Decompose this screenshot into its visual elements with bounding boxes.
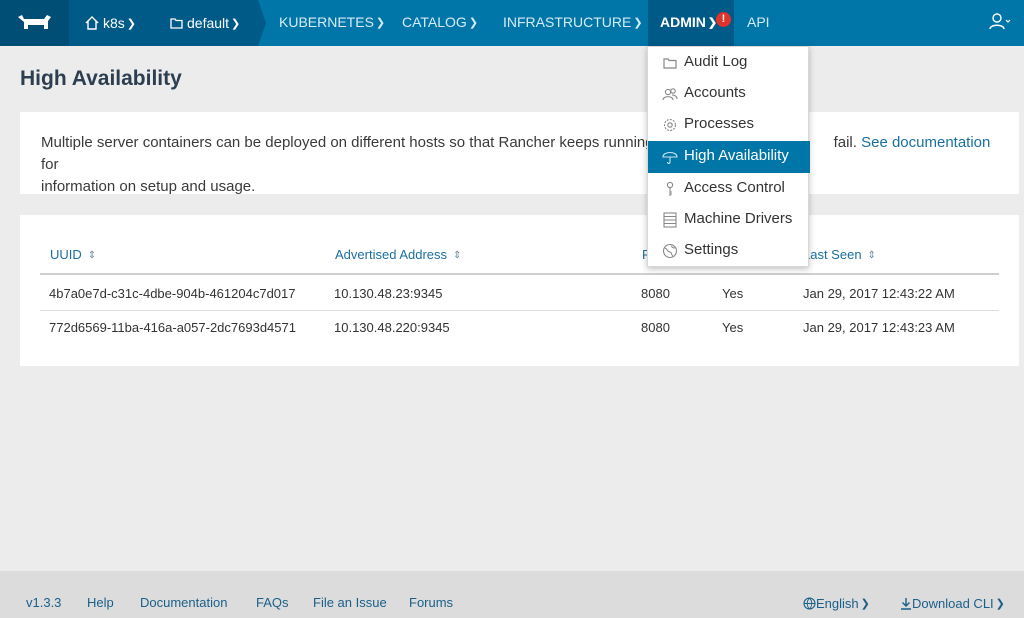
admin-dropdown-menu: Audit Log Accounts Processes High Availa… bbox=[647, 46, 810, 267]
file-issue-link[interactable]: File an Issue bbox=[313, 595, 387, 610]
documentation-link[interactable]: Documentation bbox=[140, 595, 227, 610]
menu-item-label: Machine Drivers bbox=[684, 210, 793, 227]
gear-icon bbox=[663, 118, 677, 132]
cell-last-seen: Jan 29, 2017 12:43:22 AM bbox=[803, 286, 955, 301]
menu-item-label: High Availability bbox=[684, 147, 789, 164]
cell-port: 8080 bbox=[641, 286, 670, 301]
nav-admin-label: ADMIN bbox=[660, 14, 706, 30]
cell-clustered: Yes bbox=[722, 320, 744, 335]
globe-icon bbox=[662, 243, 678, 259]
folder-icon bbox=[170, 18, 183, 29]
menu-item-label: Audit Log bbox=[684, 53, 748, 70]
cell-last-seen: Jan 29, 2017 12:43:23 AM bbox=[803, 320, 955, 335]
nav-catalog-label: CATALOG bbox=[402, 14, 467, 30]
nav-catalog[interactable]: CATALOG ❯ bbox=[402, 14, 478, 30]
menu-item-accounts[interactable]: Accounts bbox=[648, 78, 810, 110]
ha-table: UUID⇕ Advertised Address⇕ P Last Seen⇕ 4… bbox=[20, 215, 1019, 366]
menu-item-access-control[interactable]: Access Control bbox=[648, 173, 810, 205]
column-header-uuid[interactable]: UUID ⇕ bbox=[50, 247, 96, 262]
menu-item-machine-drivers[interactable]: Machine Drivers bbox=[648, 204, 810, 236]
user-icon[interactable] bbox=[989, 12, 1011, 32]
cell-uuid: 4b7a0e7d-c31c-4dbe-904b-461204c7d017 bbox=[49, 286, 296, 301]
column-header-last-seen[interactable]: Last Seen ⇕ bbox=[803, 247, 876, 262]
table-header-divider bbox=[40, 273, 999, 275]
nav-kubernetes[interactable]: KUBERNETES ❯ bbox=[279, 14, 385, 30]
chevron-down-icon: ❯ bbox=[468, 17, 479, 29]
server-icon bbox=[663, 212, 677, 228]
info-text: Multiple server containers can be deploy… bbox=[41, 132, 1001, 198]
sort-icon: ⇕ bbox=[453, 250, 462, 261]
chevron-down-icon: ❯ bbox=[126, 18, 137, 30]
table-row-divider bbox=[40, 310, 999, 311]
cow-logo-icon bbox=[18, 15, 51, 29]
language-selector[interactable]: English ❯ bbox=[803, 595, 870, 611]
stack-switcher[interactable]: default ❯ bbox=[153, 0, 258, 46]
chevron-down-icon: ❯ bbox=[375, 17, 386, 29]
forums-link[interactable]: Forums bbox=[409, 595, 453, 610]
cell-clustered: Yes bbox=[722, 286, 744, 301]
stack-label: default bbox=[187, 15, 230, 31]
nav-infrastructure-label: INFRASTRUCTURE bbox=[503, 14, 632, 30]
key-icon bbox=[666, 181, 674, 196]
menu-item-label: Processes bbox=[684, 115, 755, 132]
column-header-label: Last Seen bbox=[803, 247, 862, 262]
top-nav: k8s ❯ default ❯ KUBERNETES ❯ CATALOG ❯ INFRA… bbox=[0, 0, 1024, 46]
download-cli-button[interactable]: Download CLI ❯ bbox=[900, 595, 1005, 611]
see-documentation-link[interactable]: See documentation bbox=[861, 134, 990, 151]
chevron-down-icon: ❯ bbox=[860, 598, 870, 610]
cell-uuid: 772d6569-11ba-416a-a057-2dc7693d4571 bbox=[49, 320, 296, 335]
chevron-down-icon: ❯ bbox=[995, 598, 1005, 610]
menu-item-high-availability[interactable]: High Availability bbox=[648, 141, 810, 173]
download-cli-label: Download CLI bbox=[912, 596, 994, 611]
cell-address: 10.130.48.220:9345 bbox=[334, 320, 450, 335]
sort-icon: ⇕ bbox=[867, 250, 876, 261]
faqs-link[interactable]: FAQs bbox=[256, 595, 289, 610]
info-text-part2: fail. bbox=[833, 134, 857, 151]
users-icon bbox=[662, 88, 678, 101]
menu-item-settings[interactable]: Settings bbox=[648, 235, 810, 267]
column-header-label: Advertised Address bbox=[335, 247, 448, 262]
info-text-part3: for bbox=[41, 156, 59, 173]
rancher-logo[interactable] bbox=[0, 0, 69, 46]
help-link[interactable]: Help bbox=[87, 595, 114, 610]
breadcrumb-arrow bbox=[258, 0, 266, 46]
environment-label: k8s bbox=[103, 15, 125, 31]
chevron-down-icon: ❯ bbox=[633, 17, 643, 29]
cell-port: 8080 bbox=[641, 320, 670, 335]
environment-switcher[interactable]: k8s ❯ bbox=[69, 0, 153, 46]
nav-infrastructure[interactable]: INFRASTRUCTURE ❯ bbox=[503, 14, 643, 30]
info-panel: Multiple server containers can be deploy… bbox=[20, 112, 1019, 195]
nav-kubernetes-label: KUBERNETES bbox=[279, 14, 374, 30]
info-text-line2: information on setup and usage. bbox=[41, 178, 256, 195]
folder-icon bbox=[663, 58, 677, 69]
language-label: English bbox=[816, 596, 859, 611]
umbrella-icon bbox=[662, 151, 678, 165]
home-icon bbox=[85, 16, 99, 30]
version-label[interactable]: v1.3.3 bbox=[26, 595, 61, 610]
nav-admin[interactable]: ADMIN ❯ bbox=[660, 14, 717, 30]
menu-item-label: Access Control bbox=[684, 179, 785, 196]
menu-item-label: Settings bbox=[684, 241, 739, 258]
download-icon bbox=[901, 598, 911, 610]
column-header-advertised-address[interactable]: Advertised Address ⇕ bbox=[335, 247, 461, 262]
menu-item-audit-log[interactable]: Audit Log bbox=[648, 47, 810, 79]
column-header-label: UUID bbox=[50, 247, 82, 262]
chevron-down-icon: ❯ bbox=[231, 18, 241, 30]
page-title: High Availability bbox=[20, 67, 182, 90]
globe-icon bbox=[803, 597, 816, 610]
menu-item-processes[interactable]: Processes bbox=[648, 109, 810, 141]
info-text-part1: Multiple server containers can be deploy… bbox=[41, 134, 654, 151]
admin-alert-badge: ! bbox=[716, 12, 731, 27]
cell-address: 10.130.48.23:9345 bbox=[334, 286, 443, 301]
footer: v1.3.3 Help Documentation FAQs File an I… bbox=[0, 571, 1024, 618]
menu-item-label: Accounts bbox=[684, 84, 746, 101]
nav-api[interactable]: API bbox=[747, 14, 770, 30]
sort-icon: ⇕ bbox=[87, 250, 97, 261]
